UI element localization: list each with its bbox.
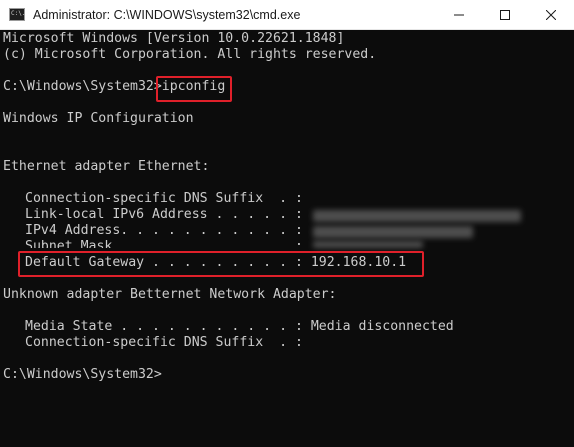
- console-line-final-prompt: C:\Windows\System32>: [3, 367, 162, 382]
- console-line-ip-config-heading: Windows IP Configuration: [3, 111, 194, 126]
- maximize-button[interactable]: [482, 0, 528, 29]
- console-line-dns-suffix: Connection-specific DNS Suffix . :: [25, 191, 303, 206]
- app-icon-glyph: C:\.: [11, 10, 26, 17]
- console-line-subnet-mask: Subnet Mask . . . . . . . . . . . :: [25, 239, 303, 248]
- redacted-ipv6-value: [313, 210, 521, 222]
- close-button[interactable]: [528, 0, 574, 29]
- console-line-copyright: (c) Microsoft Corporation. All rights re…: [3, 47, 377, 62]
- console-line-ipv4: IPv4 Address. . . . . . . . . . . :: [25, 223, 303, 238]
- console-line-betternet-adapter: Unknown adapter Betternet Network Adapte…: [3, 287, 337, 302]
- console-line-ipv6: Link-local IPv6 Address . . . . . :: [25, 207, 303, 222]
- maximize-icon: [500, 10, 510, 20]
- command-text: ipconfig: [161, 79, 226, 94]
- redacted-ipv4-value: [313, 226, 473, 238]
- console-line-prompt: C:\Windows\System32>ipconfig: [3, 79, 225, 95]
- minimize-button[interactable]: [436, 0, 482, 29]
- redacted-subnet-value: [313, 241, 423, 248]
- console-line-version: Microsoft Windows [Version 10.0.22621.18…: [3, 31, 345, 46]
- console-line-default-gateway: Default Gateway . . . . . . . . . : 192.…: [25, 255, 407, 270]
- console-line-dns-suffix-2: Connection-specific DNS Suffix . :: [25, 335, 303, 350]
- prompt-text: C:\Windows\System32>: [3, 79, 162, 94]
- console-line-media-state: Media State . . . . . . . . . . . : Medi…: [25, 319, 454, 334]
- cmd-window: C:\. Administrator: C:\WINDOWS\system32\…: [0, 0, 574, 447]
- window-title: Administrator: C:\WINDOWS\system32\cmd.e…: [33, 8, 301, 22]
- console-output[interactable]: Microsoft Windows [Version 10.0.22621.18…: [3, 31, 574, 447]
- title-bar[interactable]: C:\. Administrator: C:\WINDOWS\system32\…: [0, 0, 574, 30]
- close-icon: [546, 10, 556, 20]
- console-line-ethernet-adapter: Ethernet adapter Ethernet:: [3, 159, 210, 174]
- minimize-icon: [454, 14, 464, 16]
- cmd-app-icon: C:\.: [9, 8, 25, 21]
